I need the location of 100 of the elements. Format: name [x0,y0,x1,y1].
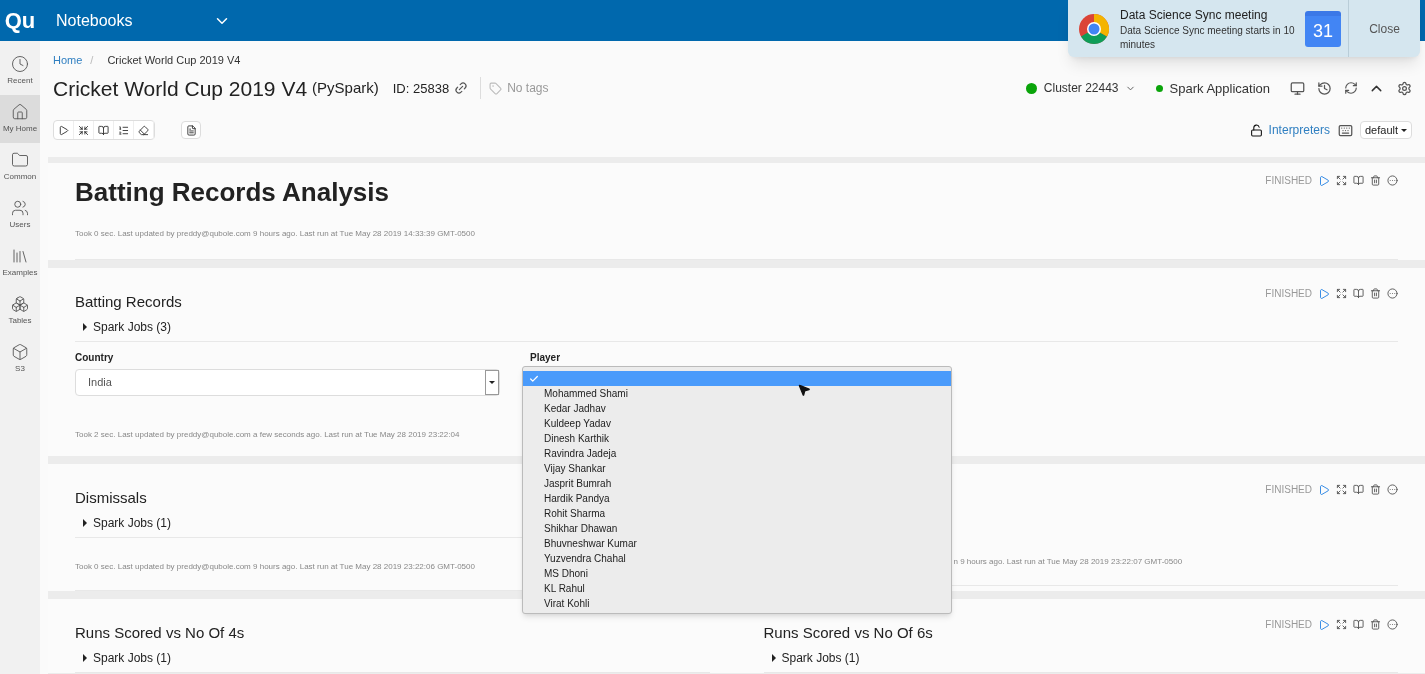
book-icon[interactable] [1353,619,1364,630]
tables-icon [11,295,29,313]
notification-body: Data Science Sync meeting starts in 10 minutes [1120,23,1295,52]
dropdown-option[interactable]: Mohammed Shami [523,386,951,401]
dropdown-option[interactable]: KL Rahul [523,581,951,596]
book-icon[interactable] [1353,484,1364,495]
logo[interactable]: Qu [0,4,40,37]
mouse-pointer-icon [797,383,811,397]
spark-application-link[interactable]: Spark Application [1169,78,1270,98]
dropdown-option[interactable]: Bhuvneshwar Kumar [523,536,951,551]
spark-jobs-toggle[interactable]: Spark Jobs (1) [781,648,860,667]
sidebar-item[interactable]: Recent [0,47,40,95]
interpreters-link[interactable]: Interpreters [1268,121,1330,139]
sidebar-item[interactable]: Tables [0,287,40,335]
spark-jobs-toggle[interactable]: Spark Jobs (1) [93,648,172,667]
book-icon[interactable] [98,124,109,136]
eraser-icon[interactable] [138,124,149,136]
clock-icon [11,55,29,73]
dropdown-option[interactable]: Virat Kohli [523,596,951,611]
player-label: Player [530,351,562,365]
notebook-title: Cricket World Cup 2019 V4 [53,75,308,102]
run-icon[interactable] [1318,174,1330,187]
expand-icon[interactable] [1336,175,1347,186]
run-info: Took 0 sec. Last updated by preddy@qubole.com 9 hours ago. Last run at Tue May 28 2019 23:22:06 GMT-0500 [75,562,475,571]
sidebar-item[interactable]: My Home [0,95,40,143]
run-all-icon[interactable] [58,124,69,136]
cluster-selector[interactable]: Cluster 22443 [1043,79,1119,98]
unlock-icon[interactable] [1249,123,1263,137]
dropdown-option[interactable]: Kedar Jadhav [523,401,951,416]
export-pdf-button[interactable] [181,121,201,139]
check-icon [529,373,539,384]
breadcrumb-link[interactable]: Home [53,52,83,69]
users-icon [11,199,29,217]
breadcrumb-separator: / [90,53,94,68]
dropdown-option[interactable]: Hardik Pandya [523,491,951,506]
collapse-icon[interactable] [78,124,89,136]
sidebar-item[interactable]: Common [0,143,40,191]
dropdown-option[interactable]: Jasprit Bumrah [523,476,951,491]
notebook-id: ID: 25838 [392,79,450,98]
more-icon[interactable] [1387,484,1398,495]
refresh-icon[interactable] [1344,81,1358,96]
expand-caret-icon[interactable] [83,322,87,331]
sidebar-item[interactable]: Examples [0,239,40,287]
country-label: Country [75,351,115,365]
list-icon[interactable] [118,124,129,136]
expand-icon[interactable] [1336,619,1347,630]
dropdown-option[interactable]: Shikhar Dhawan [523,521,951,536]
close-button[interactable]: Close [1348,0,1420,57]
dropdown-option[interactable]: Rohit Sharma [523,506,951,521]
pdf-file-icon [185,124,197,136]
spark-jobs-toggle[interactable]: Spark Jobs (3) [93,317,172,336]
notebook-language: (PySpark) [312,78,379,98]
expand-icon[interactable] [1336,484,1347,495]
book-icon[interactable] [1353,288,1364,299]
expand-icon[interactable] [1336,288,1347,299]
dropdown-option[interactable]: Dinesh Karthik [523,431,951,446]
paragraph-status: FINISHED [1265,483,1312,497]
dropdown-option[interactable]: Vijay Shankar [523,461,951,476]
run-icon[interactable] [1318,287,1330,300]
mode-select[interactable]: default [1359,121,1412,139]
paragraph-title: Dismissals [75,488,147,508]
run-info: Took 0 sec. Last updated by preddy@qubole.com 9 hours ago. Last run at Tue May 28 2019 14:33:39 GMT-0500 [75,229,475,238]
expand-caret-icon[interactable] [83,653,87,662]
paragraph-title: Batting Records [75,292,182,312]
dropdown-option[interactable]: Yuzvendra Chahal [523,551,951,566]
home-icon [11,103,29,121]
monitor-icon[interactable] [1290,80,1305,96]
spark-jobs-toggle[interactable]: Spark Jobs (1) [93,513,172,532]
paragraph-status: FINISHED [1265,174,1312,188]
paragraph-title: Batting Records Analysis [75,177,389,207]
app-title[interactable]: Notebooks [56,8,133,33]
run-info: Took 2 sec. Last updated by preddy@qubole.com a few seconds ago. Last run at Tue May 28 2019 23:22:04 [75,430,460,439]
run-icon[interactable] [1318,618,1330,631]
dropdown-option[interactable]: MS Dhoni [523,566,951,581]
delete-icon[interactable] [1370,288,1381,299]
expand-caret-icon[interactable] [83,518,87,527]
browser-logo-icon [1078,12,1110,45]
sidebar-item[interactable]: Users [0,191,40,239]
calendar-icon: 31 [1305,10,1341,47]
history-icon[interactable] [1317,80,1332,96]
more-icon[interactable] [1387,175,1398,186]
tag-icon [489,81,503,95]
notification-title: Data Science Sync meeting [1120,6,1269,24]
more-icon[interactable] [1387,288,1398,299]
expand-caret-icon[interactable] [771,653,776,662]
keyboard-icon[interactable] [1337,122,1353,138]
paragraph-status: FINISHED [1265,618,1312,632]
book-icon[interactable] [1353,175,1364,186]
dropdown-option[interactable]: Kuldeep Yadav [523,416,951,431]
more-icon[interactable] [1387,619,1398,630]
paragraph-status: FINISHED [1265,287,1312,301]
settings-icon[interactable] [1397,80,1412,96]
delete-icon[interactable] [1370,175,1381,186]
run-icon[interactable] [1318,483,1330,496]
country-select[interactable]: India [75,369,500,396]
dropdown-option[interactable]: Ravindra Jadeja [523,446,951,461]
delete-icon[interactable] [1370,484,1381,495]
delete-icon[interactable] [1370,619,1381,630]
sidebar-item[interactable]: S3 [0,335,40,383]
cube-icon [11,343,29,361]
